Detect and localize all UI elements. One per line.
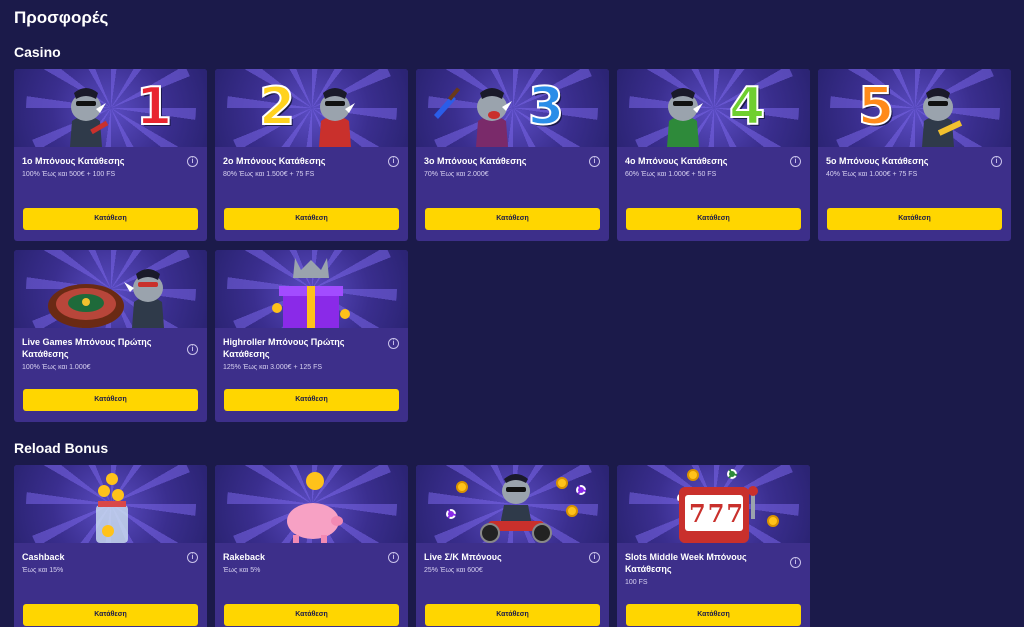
deposit-button[interactable]: Κατάθεση bbox=[626, 604, 801, 626]
promo-number: 5 bbox=[857, 76, 895, 138]
rhino-mascot-icon bbox=[319, 88, 355, 147]
promo-subtitle: 70% Έως και 2.000€ bbox=[424, 171, 489, 178]
deposit-button[interactable]: Κατάθεση bbox=[425, 604, 600, 626]
info-icon[interactable]: i bbox=[388, 552, 399, 563]
promo-number: 3 bbox=[527, 76, 565, 138]
promo-subtitle: 100% Έως και 1.000€ bbox=[22, 364, 91, 371]
deposit-button[interactable]: Κατάθεση bbox=[224, 604, 399, 626]
promo-art: 5 bbox=[818, 69, 1011, 147]
promo-subtitle: 125% Έως και 3.000€ + 125 FS bbox=[223, 364, 323, 371]
promo-card-rakeback[interactable]: Rakeback Έως και 5% i Κατάθεση bbox=[215, 465, 408, 627]
rhino-mascot-icon bbox=[667, 88, 703, 147]
promo-subtitle: 80% Έως και 1.500€ + 75 FS bbox=[223, 171, 315, 178]
promo-art: 3 bbox=[416, 69, 609, 147]
info-icon[interactable]: i bbox=[790, 557, 801, 568]
promo-art bbox=[416, 465, 609, 543]
promo-title: 1ο Μπόνους Κατάθεσης bbox=[22, 156, 125, 166]
info-icon[interactable]: i bbox=[991, 156, 1002, 167]
promo-title: Slots Middle Week Μπόνους Κατάθεσης bbox=[625, 552, 747, 574]
promo-card-slots-middle-week[interactable]: 777 Slots Middle Week Μπόνους Κατάθεσης … bbox=[617, 465, 810, 627]
rhino-mascot-icon bbox=[124, 269, 164, 328]
promo-card-live-weekend[interactable]: Live Σ/Κ Μπόνους 25% Έως και 600€ i Κατά… bbox=[416, 465, 609, 627]
promotions-page: Προσφορές Casino 1 1ο Μπόνους Κατάθεσης … bbox=[0, 0, 1024, 627]
rhino-mascot-icon bbox=[476, 88, 512, 147]
guitar-icon bbox=[434, 87, 461, 119]
rhino-mascot-icon bbox=[70, 88, 109, 147]
deposit-button[interactable]: Κατάθεση bbox=[224, 389, 399, 411]
rhino-motorcycle-icon bbox=[480, 474, 552, 543]
promo-card-1st-deposit[interactable]: 1 1ο Μπόνους Κατάθεσης 100% Έως και 500€… bbox=[14, 69, 207, 241]
promo-number: 1 bbox=[135, 76, 173, 138]
info-icon[interactable]: i bbox=[790, 156, 801, 167]
promo-subtitle: Έως και 15% bbox=[22, 567, 64, 574]
section-title-reload: Reload Bonus bbox=[14, 440, 109, 456]
promo-art bbox=[215, 465, 408, 543]
info-icon[interactable]: i bbox=[187, 156, 198, 167]
rhino-mascot-icon bbox=[922, 88, 963, 147]
deposit-button[interactable]: Κατάθεση bbox=[23, 604, 198, 626]
deposit-button[interactable]: Κατάθεση bbox=[626, 208, 801, 230]
promo-title: Cashback bbox=[22, 552, 65, 562]
coin-jar-icon bbox=[96, 473, 128, 543]
info-icon[interactable]: i bbox=[388, 338, 399, 349]
deposit-button[interactable]: Κατάθεση bbox=[425, 208, 600, 230]
promo-subtitle: 100 FS bbox=[625, 579, 648, 586]
deposit-button[interactable]: Κατάθεση bbox=[23, 389, 198, 411]
promo-art: 2 bbox=[215, 69, 408, 147]
gift-box-icon bbox=[272, 258, 350, 328]
promo-art: 777 bbox=[617, 465, 810, 543]
promo-card-live-games[interactable]: Live Games Μπόνους Πρώτης Κατάθεσης 100%… bbox=[14, 250, 207, 422]
promo-subtitle: 60% Έως και 1.000€ + 50 FS bbox=[625, 171, 717, 178]
slot-digits: 777 bbox=[689, 499, 746, 528]
promo-art: 4 bbox=[617, 69, 810, 147]
piggy-bank-icon bbox=[287, 472, 343, 543]
promo-title: Live Games Μπόνους Πρώτης Κατάθεσης bbox=[22, 337, 152, 359]
promo-title: 4ο Μπόνους Κατάθεσης bbox=[625, 156, 728, 166]
promo-card-4th-deposit[interactable]: 4 4ο Μπόνους Κατάθεσης 60% Έως και 1.000… bbox=[617, 69, 810, 241]
info-icon[interactable]: i bbox=[187, 344, 198, 355]
deposit-button[interactable]: Κατάθεση bbox=[23, 208, 198, 230]
promo-card-2nd-deposit[interactable]: 2 2ο Μπόνους Κατάθεσης 80% Έως και 1.500… bbox=[215, 69, 408, 241]
page-title: Προσφορές bbox=[14, 8, 109, 27]
promo-title: Live Σ/Κ Μπόνους bbox=[424, 552, 502, 562]
promo-art bbox=[14, 465, 207, 543]
info-icon[interactable]: i bbox=[388, 156, 399, 167]
deposit-button[interactable]: Κατάθεση bbox=[827, 208, 1002, 230]
promo-title: 5ο Μπόνους Κατάθεσης bbox=[826, 156, 929, 166]
promo-subtitle: 25% Έως και 600€ bbox=[424, 567, 483, 574]
promo-subtitle: 40% Έως και 1.000€ + 75 FS bbox=[826, 171, 918, 178]
info-icon[interactable]: i bbox=[589, 552, 600, 563]
roulette-wheel-icon bbox=[48, 284, 124, 328]
promo-art bbox=[215, 250, 408, 328]
promo-title: Highroller Μπόνους Πρώτης Κατάθεσης bbox=[223, 337, 345, 359]
promo-title: Rakeback bbox=[223, 552, 266, 562]
promo-card-3rd-deposit[interactable]: 3 3ο Μπόνους Κατάθεσης 70% Έως και 2.000… bbox=[416, 69, 609, 241]
promo-subtitle: Έως και 5% bbox=[223, 567, 261, 574]
info-icon[interactable]: i bbox=[589, 156, 600, 167]
promo-art: 1 bbox=[14, 69, 207, 147]
promo-subtitle: 100% Έως και 500€ + 100 FS bbox=[22, 171, 116, 178]
promo-card-5th-deposit[interactable]: 5 5ο Μπόνους Κατάθεσης 40% Έως και 1.000… bbox=[818, 69, 1011, 241]
promo-number: 4 bbox=[728, 76, 766, 138]
promo-title: 3ο Μπόνους Κατάθεσης bbox=[424, 156, 527, 166]
promo-card-cashback[interactable]: Cashback Έως και 15% i Κατάθεση bbox=[14, 465, 207, 627]
section-title-casino: Casino bbox=[14, 44, 61, 60]
promo-number: 2 bbox=[258, 76, 296, 138]
info-icon[interactable]: i bbox=[187, 552, 198, 563]
promo-title: 2ο Μπόνους Κατάθεσης bbox=[223, 156, 326, 166]
promo-art bbox=[14, 250, 207, 328]
deposit-button[interactable]: Κατάθεση bbox=[224, 208, 399, 230]
promo-card-highroller[interactable]: Highroller Μπόνους Πρώτης Κατάθεσης 125%… bbox=[215, 250, 408, 422]
